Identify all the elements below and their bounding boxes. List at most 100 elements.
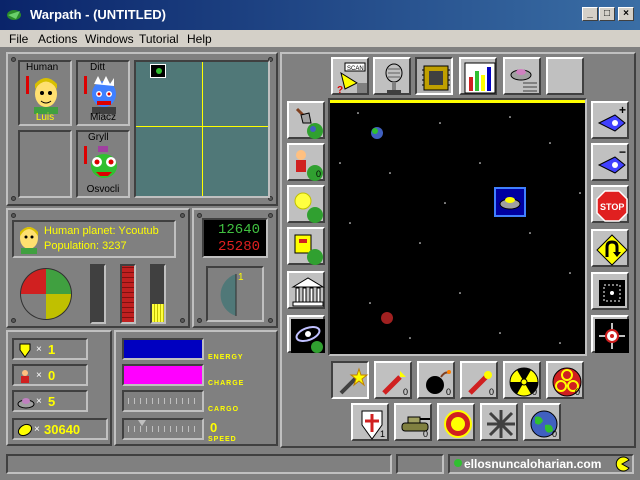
- window-title: Warpath - (UNTITLED): [30, 7, 166, 22]
- u-turn-button[interactable]: [591, 229, 629, 267]
- planet-label: Human planet: Ycoutub: [44, 225, 159, 237]
- bank-icon: [291, 277, 325, 307]
- remove-ship-button[interactable]: −: [591, 143, 629, 181]
- energy-source-button[interactable]: [287, 185, 325, 223]
- player-name: Luis: [35, 112, 55, 123]
- menu-tutorial[interactable]: Tutorial: [139, 32, 179, 46]
- planet-red[interactable]: [381, 312, 393, 324]
- menu-help[interactable]: Help: [187, 32, 212, 46]
- pacman-icon: [615, 456, 630, 472]
- speed-slider[interactable]: [122, 418, 204, 440]
- energy-label: ENERGY: [208, 354, 244, 361]
- weapon-biohazard-button[interactable]: 0: [546, 361, 584, 399]
- credits-value: 30640: [44, 422, 81, 437]
- planet-panel: Human planet: Ycoutub Population: 3237: [6, 208, 190, 328]
- player-card-empty[interactable]: [18, 130, 72, 198]
- status-bar: ellosnuncaloharian.com: [0, 450, 640, 480]
- mine-button[interactable]: [437, 403, 475, 441]
- menu-file[interactable]: File: [9, 32, 28, 46]
- station-button[interactable]: [591, 315, 629, 353]
- watermark-text: ellosnuncaloharian.com: [464, 457, 602, 471]
- player-card-gryll[interactable]: Gryll Osvocli: [76, 130, 130, 198]
- turn-gauge: 1: [206, 266, 264, 322]
- svg-text:−: −: [619, 147, 626, 159]
- scan-icon: SCAN ?: [337, 62, 367, 95]
- weapon-bomb-button[interactable]: 0: [417, 361, 455, 399]
- planet-ycoutub[interactable]: [371, 127, 383, 139]
- planet-item-button[interactable]: 0: [523, 403, 561, 441]
- player-race: Gryll: [88, 132, 109, 143]
- shields-value: 1: [48, 342, 56, 357]
- svg-text:SCAN: SCAN: [347, 66, 364, 72]
- charge-bar: [122, 364, 204, 386]
- starfield: [339, 112, 581, 344]
- galaxy-button[interactable]: [287, 315, 325, 353]
- speed-slider-thumb[interactable]: [137, 420, 146, 426]
- player-name: Osvocli: [86, 184, 120, 195]
- cargo-box-icon: [294, 234, 323, 265]
- dig-button[interactable]: [287, 101, 325, 139]
- energy-bar: [122, 338, 204, 360]
- charge-label: CHARGE: [208, 380, 245, 387]
- blank-toolbar-button[interactable]: [546, 57, 584, 95]
- comm-button[interactable]: [373, 57, 411, 95]
- scan-button[interactable]: SCAN ?: [331, 57, 369, 95]
- stop-button[interactable]: STOP: [591, 185, 629, 223]
- weapon-torpedo-button[interactable]: 0: [460, 361, 498, 399]
- microchip-icon: [422, 65, 450, 91]
- probe-button[interactable]: [503, 57, 541, 95]
- weapon-laser-button[interactable]: [331, 361, 369, 399]
- player-name: Miacz: [89, 112, 117, 123]
- colonist-button[interactable]: 0: [287, 143, 325, 181]
- allocation-pie-chart[interactable]: [18, 266, 74, 322]
- close-button[interactable]: ×: [618, 7, 634, 21]
- mine-icon: [444, 410, 472, 438]
- ships-stat: × 5: [12, 390, 88, 412]
- ship-icon: [17, 398, 35, 409]
- virus-icon: [486, 409, 516, 439]
- defense-gauge: [120, 264, 136, 324]
- resource-display: 12640 25280: [202, 218, 268, 258]
- weapon-missile-button[interactable]: 0: [374, 361, 412, 399]
- selected-ship[interactable]: [494, 187, 526, 217]
- minimize-button[interactable]: _: [582, 7, 598, 21]
- microphone-icon: [385, 63, 403, 93]
- human-portrait-icon: [26, 76, 58, 114]
- credits-stat: × 30640: [12, 418, 108, 440]
- player-card-human[interactable]: Human Luis: [18, 60, 72, 126]
- maximize-button[interactable]: □: [599, 7, 615, 21]
- statistics-button[interactable]: [459, 57, 497, 95]
- shield-item-button[interactable]: 1: [351, 403, 389, 441]
- planet-info-box: Human planet: Ycoutub Population: 3237: [12, 220, 176, 258]
- minimap[interactable]: [134, 60, 270, 198]
- menu-windows[interactable]: Windows: [85, 32, 134, 46]
- ships-value: 5: [48, 394, 56, 409]
- bank-button[interactable]: [287, 271, 325, 309]
- ship-plus-icon: +: [597, 105, 626, 132]
- svg-text:?: ?: [337, 85, 343, 95]
- add-ship-button[interactable]: +: [591, 101, 629, 139]
- chip-button[interactable]: [415, 57, 453, 95]
- space-view[interactable]: [328, 98, 587, 356]
- menu-bar: File Actions Windows Tutorial Help: [0, 30, 640, 48]
- weapon-nuke-button[interactable]: 0: [503, 361, 541, 399]
- menu-actions[interactable]: Actions: [38, 32, 77, 46]
- warpath-app-icon: [7, 10, 21, 20]
- minimap-viewport[interactable]: [150, 64, 166, 78]
- svg-text:STOP: STOP: [600, 202, 624, 212]
- target-button[interactable]: [591, 272, 629, 310]
- player-race: Human: [26, 62, 59, 73]
- u-turn-sign-icon: [596, 234, 628, 266]
- title-bar: Warpath - (UNTITLED) _ □ ×: [0, 0, 640, 30]
- fleet-stats-panel: × 1 × 0 × 5 × 30640: [6, 330, 112, 446]
- bar-graph-icon: [464, 62, 496, 94]
- sun-icon: [294, 192, 323, 223]
- tank-button[interactable]: 0: [394, 403, 432, 441]
- turn-gauge-value: 1: [238, 272, 244, 283]
- cargo-box-button[interactable]: [287, 227, 325, 265]
- player-race: Ditt: [90, 62, 105, 73]
- virus-button[interactable]: [480, 403, 518, 441]
- governor-portrait-icon: [20, 227, 38, 254]
- player-card-ditt[interactable]: Ditt Miacz: [76, 60, 130, 126]
- speed-label: SPEED: [208, 436, 237, 443]
